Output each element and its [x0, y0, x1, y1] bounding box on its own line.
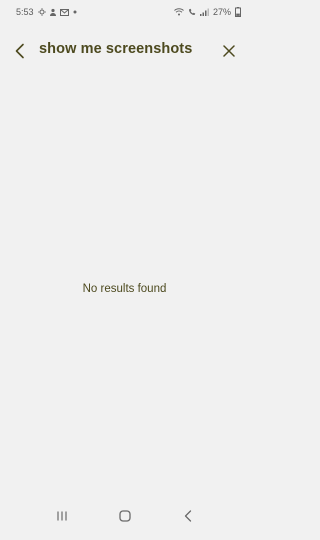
back-arrow-icon — [184, 510, 191, 522]
back-nav-button[interactable] — [174, 502, 202, 530]
mail-icon — [59, 8, 69, 16]
wifi-icon — [174, 8, 184, 16]
navigation-bar — [0, 492, 249, 540]
status-left: 5:53 — [16, 7, 78, 17]
notification-icons — [37, 8, 78, 16]
no-results-message: No results found — [82, 283, 167, 295]
person-icon — [49, 8, 56, 16]
close-icon — [223, 45, 235, 57]
battery-icon — [235, 7, 241, 17]
search-header: show me screenshots — [0, 34, 249, 70]
signal-icon — [199, 8, 209, 16]
status-time: 5:53 — [16, 7, 34, 17]
recent-apps-icon — [56, 511, 67, 521]
status-bar: 5:53 27% — [0, 0, 249, 24]
home-button[interactable] — [111, 502, 139, 530]
chevron-left-icon — [15, 43, 24, 59]
weather-icon — [37, 8, 46, 16]
dot-icon — [73, 10, 77, 14]
search-query[interactable]: show me screenshots — [39, 41, 192, 57]
home-icon — [118, 510, 131, 522]
back-button[interactable] — [9, 40, 31, 62]
recent-apps-button[interactable] — [48, 502, 76, 530]
status-right: 27% — [174, 7, 241, 17]
clear-button[interactable] — [218, 40, 240, 62]
call-icon — [188, 8, 196, 15]
battery-percent: 27% — [212, 7, 231, 17]
